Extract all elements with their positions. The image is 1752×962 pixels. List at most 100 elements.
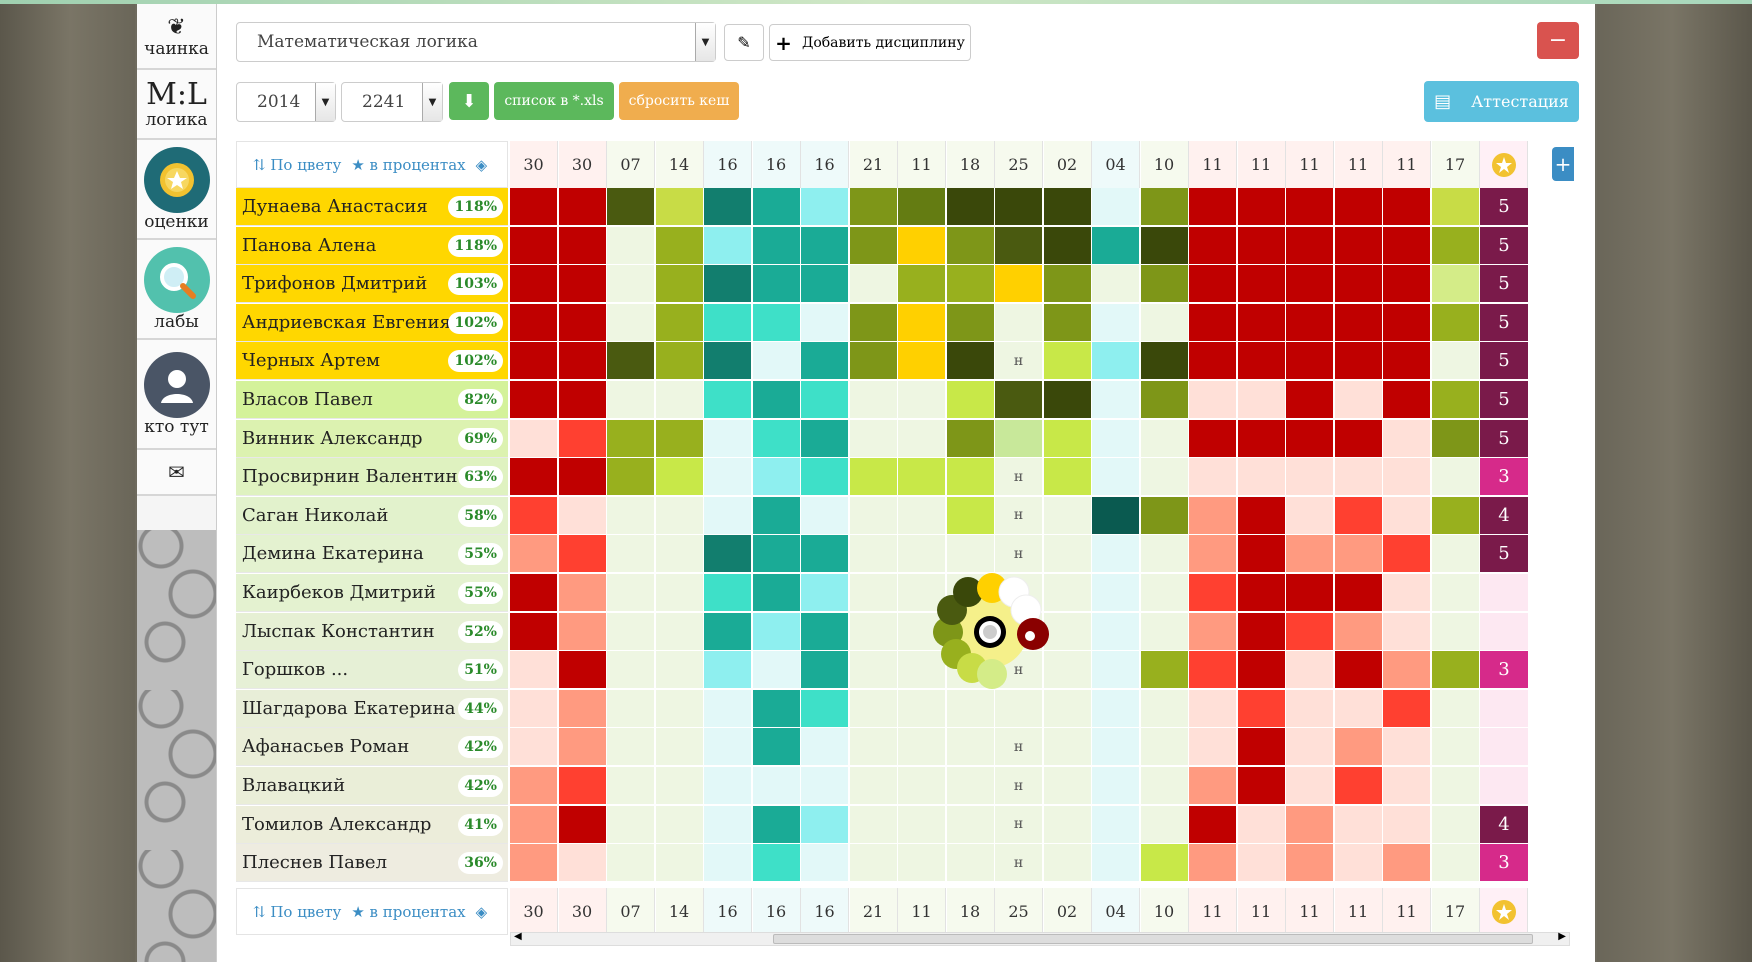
grade-cell[interactable] (1383, 226, 1431, 265)
grade-cell[interactable] (1092, 651, 1140, 690)
grade-cell[interactable] (898, 535, 946, 574)
grade-cell[interactable] (1043, 381, 1092, 419)
grade-cell[interactable] (510, 574, 558, 612)
grade-cell[interactable] (752, 844, 801, 883)
grade-cell[interactable] (898, 342, 946, 381)
grade-cell[interactable] (1383, 342, 1431, 381)
grade-cell[interactable] (510, 728, 558, 767)
grade-cell[interactable] (946, 844, 995, 883)
column-date[interactable]: 11 (1286, 141, 1334, 188)
final-grade[interactable] (1480, 574, 1528, 612)
grade-cell[interactable] (704, 188, 752, 226)
grade-cell[interactable] (558, 574, 607, 612)
grade-cell[interactable] (1431, 844, 1480, 883)
grade-cell[interactable] (1043, 805, 1092, 844)
grade-cell[interactable] (1334, 458, 1383, 497)
grade-cell[interactable] (1237, 458, 1286, 497)
grade-cell[interactable] (1189, 226, 1237, 265)
grade-cell[interactable] (1092, 458, 1140, 497)
grade-cell[interactable] (655, 226, 704, 265)
grade-cell[interactable] (995, 265, 1043, 304)
grade-cell[interactable] (1189, 767, 1237, 805)
grade-cell[interactable] (801, 303, 849, 342)
grade-cell[interactable] (898, 226, 946, 265)
grade-cell[interactable] (849, 419, 898, 458)
final-grade[interactable] (1480, 689, 1528, 728)
grade-cell[interactable] (1140, 496, 1189, 535)
column-date-footer[interactable]: 11 (1334, 888, 1383, 935)
grade-cell[interactable] (1431, 728, 1480, 767)
grade-cell[interactable] (898, 689, 946, 728)
grade-cell[interactable] (655, 728, 704, 767)
grade-cell[interactable] (1237, 728, 1286, 767)
grade-cell[interactable] (510, 265, 558, 304)
grade-cell[interactable] (946, 535, 995, 574)
grade-cell[interactable] (1043, 342, 1092, 381)
grade-cell[interactable] (558, 458, 607, 497)
group-select[interactable]: 2241 ▼ (341, 82, 443, 122)
download-button[interactable]: ⬇ (449, 82, 489, 120)
grade-cell[interactable] (1334, 496, 1383, 535)
grade-cell[interactable] (801, 689, 849, 728)
final-grade[interactable]: 5 (1480, 226, 1528, 265)
attestation-button[interactable]: ▤ Аттестация (1424, 81, 1579, 122)
grade-cell[interactable] (607, 689, 655, 728)
grade-cell[interactable] (801, 612, 849, 651)
grade-cell[interactable] (1431, 342, 1480, 381)
grade-cell[interactable] (655, 342, 704, 381)
column-date[interactable]: 07 (607, 141, 655, 188)
grade-cell[interactable]: н (995, 535, 1043, 574)
grade-cell[interactable] (558, 303, 607, 342)
column-date[interactable]: 16 (704, 141, 752, 188)
column-date[interactable]: 16 (752, 141, 801, 188)
column-date[interactable]: 04 (1092, 141, 1140, 188)
grade-cell[interactable] (752, 303, 801, 342)
grade-cell[interactable]: н (995, 458, 1043, 497)
final-grade[interactable]: 5 (1480, 342, 1528, 381)
grade-cell[interactable] (655, 381, 704, 419)
grade-cell[interactable] (801, 767, 849, 805)
grade-cell[interactable] (510, 381, 558, 419)
grade-cell[interactable] (1286, 419, 1334, 458)
grade-cell[interactable] (898, 767, 946, 805)
grade-cell[interactable] (801, 535, 849, 574)
grade-cell[interactable] (1140, 458, 1189, 497)
grade-cell[interactable] (607, 226, 655, 265)
grade-cell[interactable] (946, 226, 995, 265)
grade-cell[interactable] (655, 574, 704, 612)
grade-cell[interactable] (1092, 689, 1140, 728)
column-date-footer[interactable]: 11 (1286, 888, 1334, 935)
grade-cell[interactable] (510, 651, 558, 690)
grade-cell[interactable] (558, 381, 607, 419)
in-percent-toggle[interactable]: ★ в процентах (351, 903, 465, 921)
grade-cell[interactable] (849, 574, 898, 612)
grade-cell[interactable] (1334, 342, 1383, 381)
grade-cell[interactable] (607, 496, 655, 535)
grade-cell[interactable] (607, 535, 655, 574)
grade-cell[interactable] (1286, 303, 1334, 342)
final-grade[interactable]: 5 (1480, 188, 1528, 226)
grade-cell[interactable] (752, 381, 801, 419)
grade-cell[interactable] (655, 458, 704, 497)
grade-cell[interactable] (1043, 535, 1092, 574)
grade-cell[interactable] (510, 188, 558, 226)
grade-cell[interactable] (1092, 844, 1140, 883)
grade-cell[interactable] (655, 265, 704, 304)
grade-cell[interactable] (1431, 689, 1480, 728)
column-date-footer[interactable]: 11 (1189, 888, 1237, 935)
column-date-footer[interactable]: 30 (558, 888, 607, 935)
grade-cell[interactable] (898, 419, 946, 458)
grade-cell[interactable] (1383, 303, 1431, 342)
grade-cell[interactable] (946, 458, 995, 497)
grade-cell[interactable] (1189, 419, 1237, 458)
grade-cell[interactable] (1383, 265, 1431, 304)
column-date[interactable]: 21 (849, 141, 898, 188)
grade-cell[interactable] (1383, 496, 1431, 535)
grade-cell[interactable] (655, 844, 704, 883)
grade-cell[interactable] (1383, 805, 1431, 844)
grade-cell[interactable] (558, 612, 607, 651)
grade-cell[interactable] (1431, 574, 1480, 612)
sort-by-color[interactable]: ⇅ По цвету (253, 156, 341, 174)
grade-cell[interactable] (1189, 844, 1237, 883)
grade-cell[interactable] (849, 188, 898, 226)
